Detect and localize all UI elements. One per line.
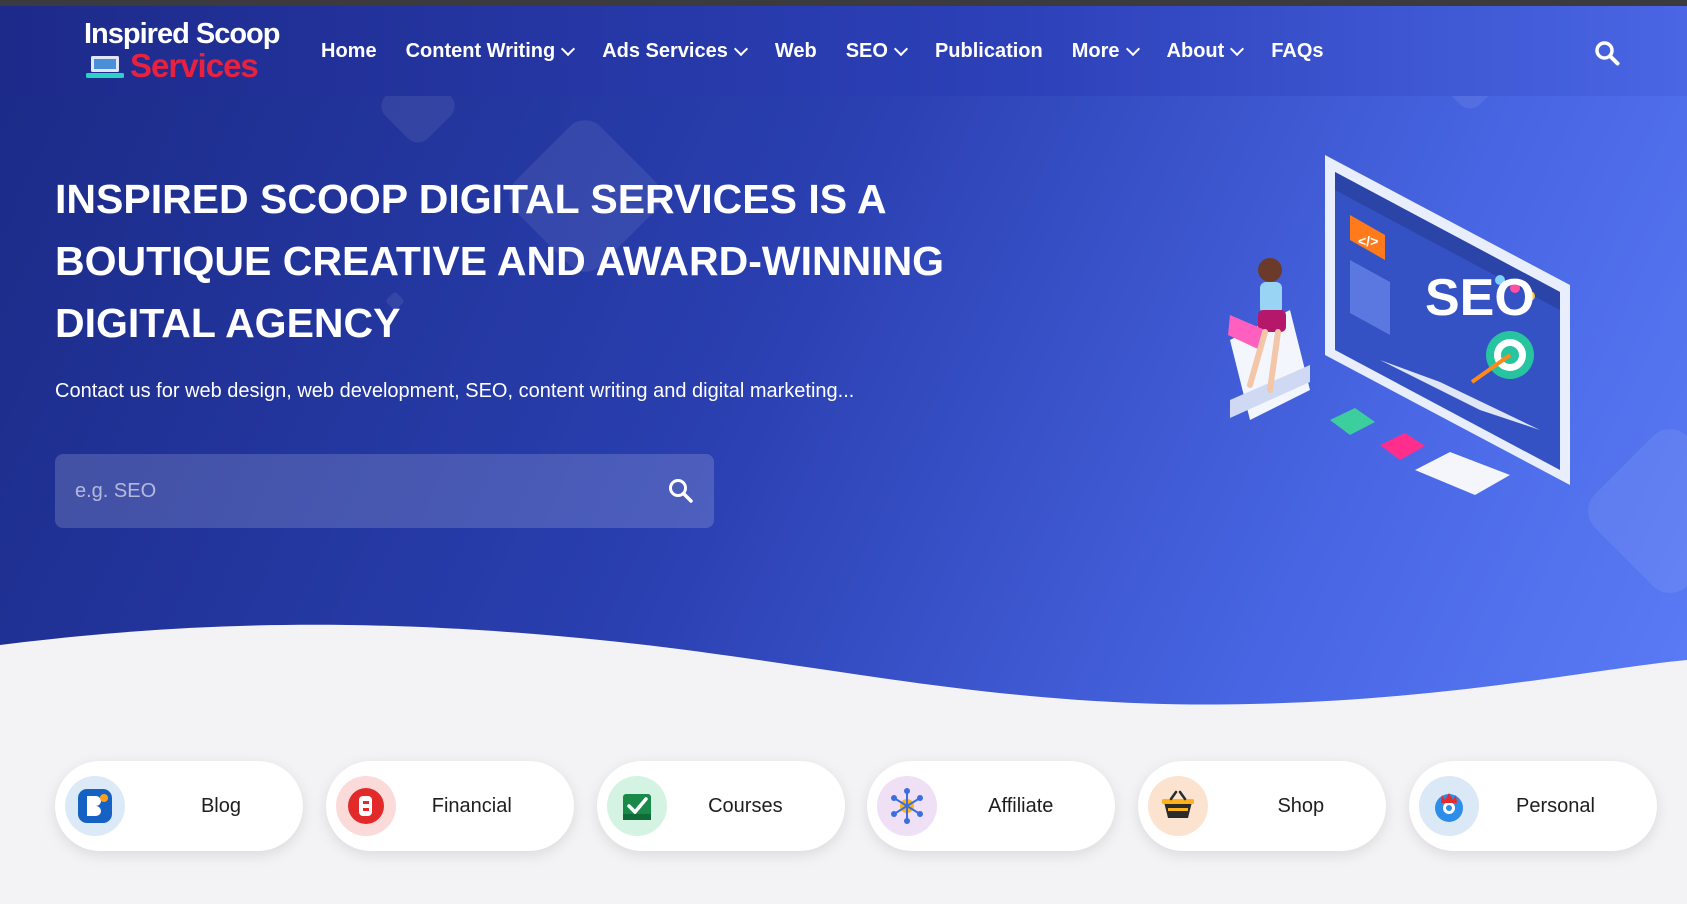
- category-personal[interactable]: Personal: [1408, 761, 1657, 851]
- nav-label: Home: [321, 39, 377, 62]
- nav-more[interactable]: More: [1071, 39, 1140, 63]
- blogger-icon: [335, 776, 396, 836]
- search-icon[interactable]: [1594, 40, 1620, 66]
- category-label: Courses: [708, 794, 783, 817]
- category-affiliate[interactable]: Affiliate: [867, 761, 1116, 851]
- nav-web[interactable]: Web: [775, 40, 817, 63]
- nav-home[interactable]: Home: [321, 40, 377, 63]
- hero-headline: INSPIRED SCOOP DIGITAL SERVICES IS A BOU…: [55, 176, 945, 346]
- nav-faqs[interactable]: FAQs: [1271, 40, 1323, 63]
- affiliate-network-icon: [877, 776, 938, 836]
- chevron-down-icon: [893, 41, 909, 57]
- seo-illustration: </> SEO: [1228, 155, 1570, 495]
- nav-label: Content Writing: [405, 39, 556, 62]
- hero-wave-divider: [0, 624, 1687, 720]
- nav-content-writing[interactable]: Content Writing: [405, 39, 576, 63]
- nav-label: About: [1166, 39, 1225, 62]
- svg-text:</>: </>: [1358, 233, 1378, 249]
- nav-label: Ads Services: [602, 39, 728, 62]
- shop-basket-icon: [1148, 776, 1209, 836]
- nav-label: FAQs: [1271, 39, 1324, 62]
- site-logo[interactable]: Inspired Scoop Services: [84, 18, 284, 86]
- logo-text-top: Inspired Scoop: [84, 18, 280, 50]
- category-courses[interactable]: Courses: [596, 761, 845, 851]
- laptop-icon: [86, 56, 124, 78]
- chevron-down-icon: [1125, 41, 1140, 57]
- decorative-shape: [1578, 419, 1687, 603]
- category-list: Blog Financial Courses Affiliate Shop Pe…: [55, 761, 1657, 851]
- nav-ads-services[interactable]: Ads Services: [602, 39, 748, 63]
- category-blog[interactable]: Blog: [55, 761, 303, 851]
- chevron-down-icon: [733, 41, 748, 57]
- category-label: Affiliate: [988, 794, 1054, 817]
- courses-icon: [606, 776, 667, 836]
- hero-subline: Contact us for web design, web developme…: [55, 380, 855, 402]
- top-navbar: Inspired Scoop Services Home Content Wri…: [0, 6, 1687, 96]
- nav-label: Publication: [934, 39, 1043, 62]
- category-shop[interactable]: Shop: [1138, 761, 1387, 851]
- logo-text-bottom: Services: [130, 47, 259, 84]
- nav-seo[interactable]: SEO: [845, 39, 909, 63]
- nav-about[interactable]: About: [1166, 39, 1245, 63]
- nav-label: Web: [774, 39, 817, 62]
- nav-publication[interactable]: Publication: [935, 40, 1043, 63]
- category-label: Blog: [200, 794, 241, 817]
- illustration-seo-text: SEO: [1425, 269, 1535, 327]
- search-icon[interactable]: [667, 477, 695, 505]
- hero-search-box: [55, 454, 714, 528]
- category-financial[interactable]: Financial: [325, 761, 574, 851]
- hero-search-input[interactable]: [75, 454, 635, 528]
- main-nav: Home Content Writing Ads Services Web SE…: [321, 6, 1353, 96]
- chevron-down-icon: [1230, 41, 1245, 57]
- category-label: Financial: [431, 794, 512, 817]
- category-label: Shop: [1277, 794, 1325, 817]
- personal-icon: [1418, 776, 1479, 836]
- category-label: Personal: [1516, 794, 1595, 817]
- nav-label: SEO: [845, 39, 888, 62]
- nav-label: More: [1071, 39, 1120, 62]
- blog-icon: [65, 776, 125, 836]
- chevron-down-icon: [561, 41, 576, 57]
